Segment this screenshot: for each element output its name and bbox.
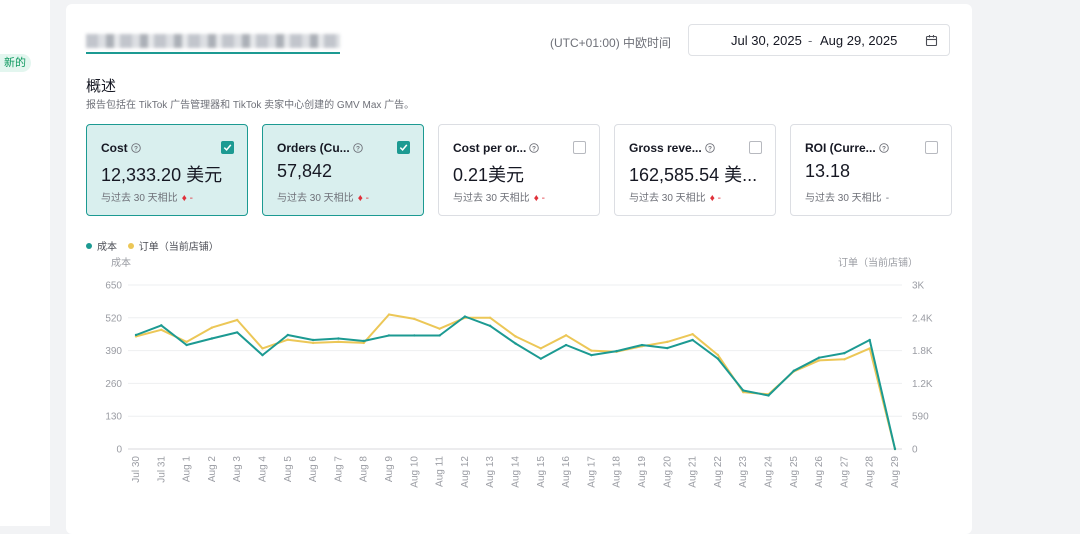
data-point	[564, 343, 568, 347]
x-tick-label: Aug 27	[839, 456, 850, 488]
data-point	[817, 359, 821, 362]
x-tick-label: Aug 22	[713, 456, 724, 488]
data-point	[185, 343, 188, 347]
x-tick-label: Aug 6	[308, 456, 319, 483]
y-left-tick-label: 130	[105, 412, 122, 423]
data-point	[286, 333, 289, 337]
data-point	[893, 447, 897, 451]
x-tick-label: Aug 4	[258, 456, 269, 483]
data-point	[716, 353, 720, 357]
data-point	[489, 316, 492, 319]
x-tick-label: Aug 16	[561, 456, 572, 488]
data-point	[691, 333, 694, 336]
y-left-tick-label: 520	[105, 313, 122, 324]
x-tick-label: Aug 23	[738, 456, 749, 488]
data-point	[868, 338, 871, 342]
data-point	[261, 347, 264, 350]
x-tick-label: Aug 21	[688, 456, 699, 488]
x-tick-label: Aug 1	[182, 456, 193, 483]
data-point	[666, 346, 669, 350]
data-point	[742, 389, 745, 392]
data-point	[817, 356, 821, 359]
data-point	[413, 334, 416, 337]
y-right-tick-label: 0	[912, 445, 918, 456]
y-left-axis-title: 成本	[111, 256, 131, 269]
data-point	[716, 357, 720, 360]
data-point	[261, 353, 264, 357]
x-tick-label: Aug 15	[536, 456, 547, 488]
data-point	[514, 335, 517, 338]
data-point	[489, 324, 492, 328]
x-tick-label: Aug 3	[232, 456, 243, 483]
data-point	[160, 328, 163, 332]
x-tick-label: Aug 7	[333, 456, 344, 483]
x-tick-label: Aug 20	[662, 456, 673, 488]
data-point	[438, 334, 441, 337]
data-point	[387, 334, 391, 337]
data-point	[311, 338, 315, 342]
y-left-tick-label: 0	[116, 445, 122, 456]
x-tick-label: Aug 2	[207, 456, 218, 483]
x-tick-label: Aug 10	[409, 456, 420, 488]
x-tick-label: Aug 14	[511, 456, 522, 488]
data-point	[337, 340, 340, 344]
y-right-axis-title: 订单（当前店铺）	[838, 256, 918, 269]
trend-line-chart: 成本 订单（当前店铺） 650 3K 520 2.4K 390 1.8K 260 1.2K 130 5…	[105, 256, 933, 488]
data-point	[843, 358, 846, 361]
x-tick-label: Aug 12	[460, 456, 471, 488]
data-point	[792, 369, 795, 372]
data-point	[564, 334, 568, 337]
data-point	[387, 313, 391, 316]
data-point	[666, 340, 669, 344]
x-tick-label: Aug 17	[586, 456, 597, 488]
x-tick-label: Aug 18	[612, 456, 623, 488]
x-tick-label: Aug 19	[637, 456, 648, 488]
y-right-tick-label: 590	[912, 412, 929, 423]
data-point	[615, 349, 618, 353]
data-point	[236, 331, 239, 334]
x-tick-label: Jul 30	[131, 456, 142, 483]
data-point	[210, 326, 214, 329]
y-left-tick-label: 260	[105, 379, 122, 390]
data-point	[438, 327, 441, 330]
y-left-tick-label: 650	[105, 281, 122, 292]
y-right-tick-label: 3K	[912, 281, 925, 292]
series-line-1	[135, 313, 896, 450]
data-point	[236, 318, 239, 322]
data-point	[843, 351, 846, 355]
data-point	[514, 342, 517, 345]
data-point	[134, 333, 138, 337]
y-right-tick-label: 1.2K	[912, 379, 933, 390]
data-point	[463, 315, 467, 318]
data-point	[590, 353, 593, 357]
x-tick-label: Aug 13	[485, 456, 496, 488]
data-point	[311, 341, 315, 345]
data-point	[640, 343, 644, 347]
data-point	[691, 338, 694, 342]
x-tick-label: Aug 9	[384, 456, 395, 483]
data-point	[362, 339, 365, 343]
x-tick-label: Jul 31	[156, 456, 167, 483]
data-point	[539, 347, 542, 350]
x-tick-label: Aug 24	[764, 456, 775, 488]
data-point	[337, 337, 340, 340]
data-point	[539, 357, 542, 360]
data-point	[210, 337, 214, 340]
x-tick-label: Aug 5	[283, 456, 294, 483]
x-tick-label: Aug 28	[865, 456, 876, 488]
y-right-tick-label: 2.4K	[912, 313, 933, 324]
x-tick-label: Aug 8	[359, 456, 370, 483]
data-point	[590, 349, 593, 352]
y-right-tick-label: 1.8K	[912, 346, 933, 357]
x-tick-label: Aug 29	[890, 456, 901, 488]
x-tick-label: Aug 11	[435, 456, 446, 487]
data-point	[286, 338, 289, 341]
y-left-tick-label: 390	[105, 346, 122, 357]
x-tick-label: Aug 26	[814, 456, 825, 488]
data-point	[185, 340, 188, 344]
data-point	[160, 324, 163, 327]
data-point	[767, 394, 770, 397]
x-tick-label: Aug 25	[789, 456, 800, 488]
data-point	[413, 317, 416, 321]
